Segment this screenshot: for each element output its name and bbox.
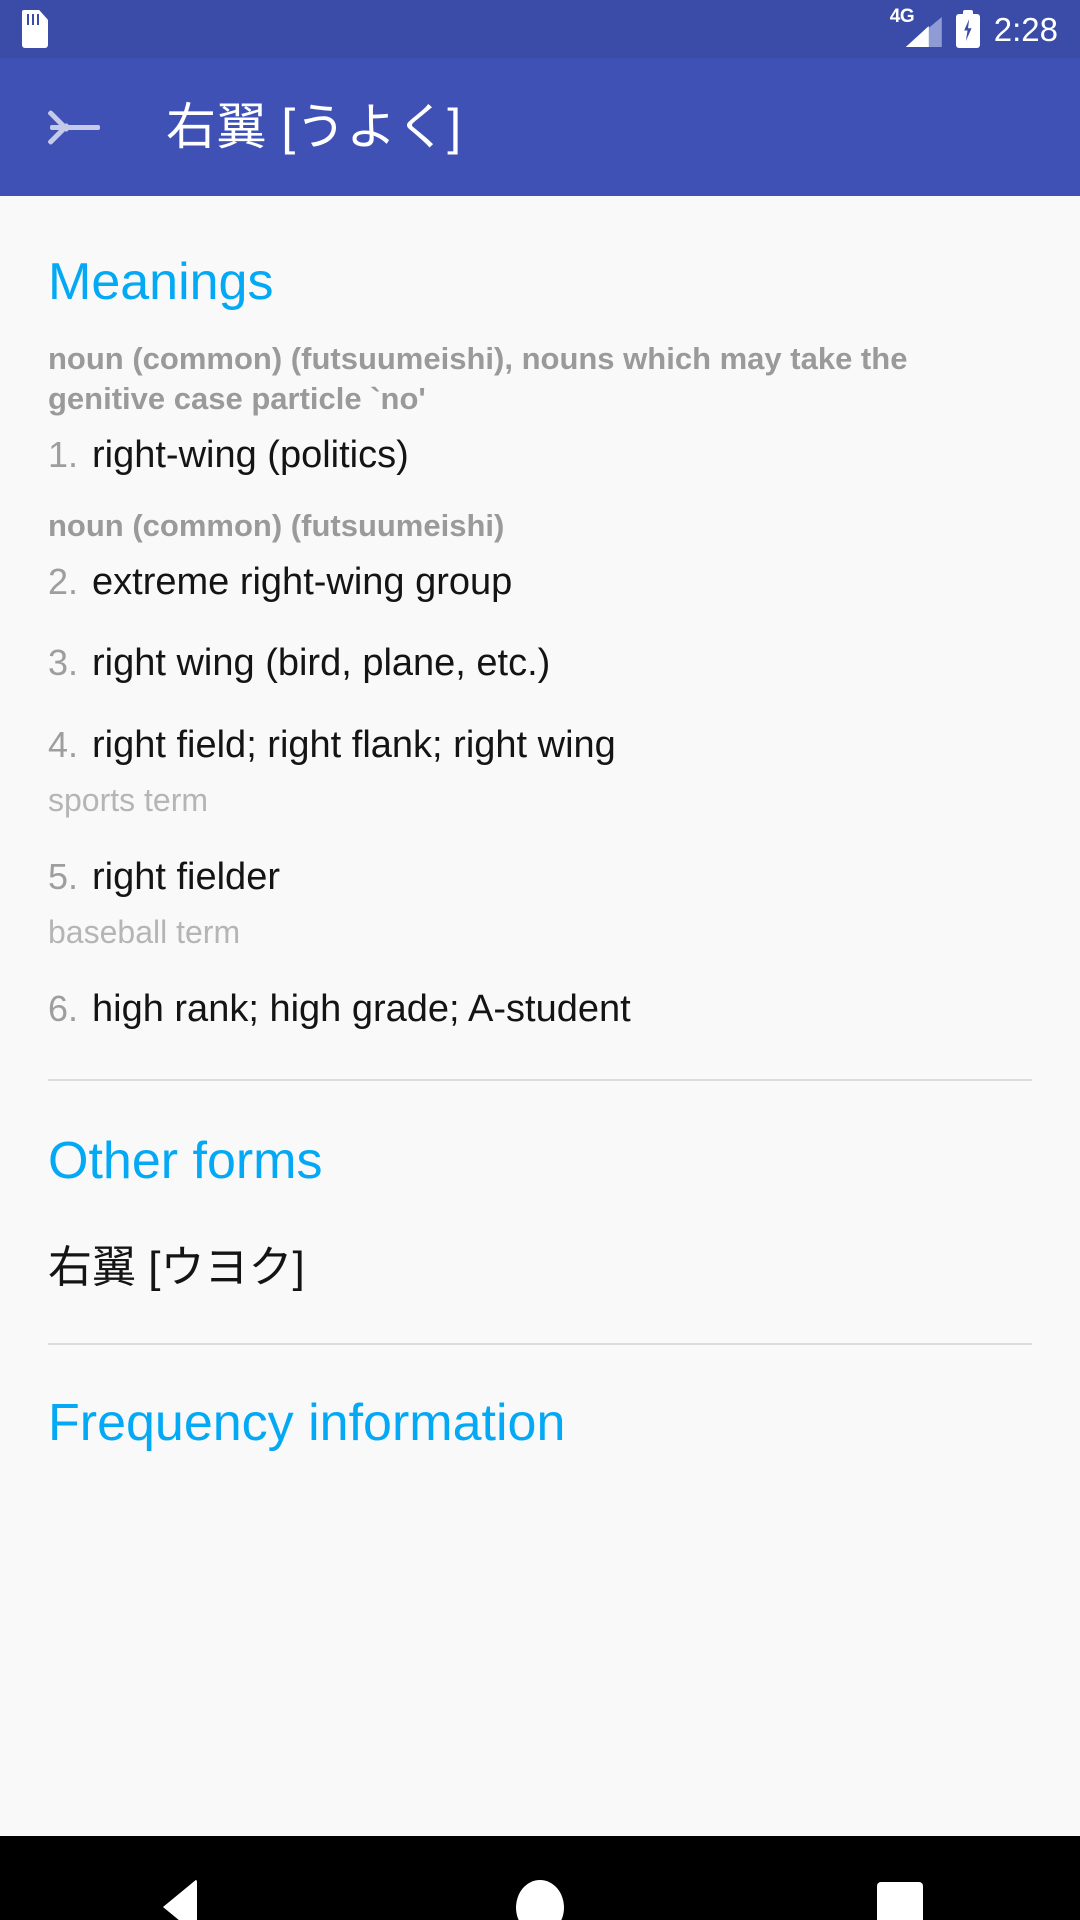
android-navigation-bar [0,1836,1080,1920]
app-bar: 右翼 [うよく] [0,58,1080,196]
sense-gloss: right wing (bird, plane, etc.) [92,642,551,685]
sense-number: 4. [48,723,79,765]
sense-item: 5. right fielder [48,855,1032,901]
sense-item: 3. right wing (bird, plane, etc.) [48,641,1032,687]
nav-home-button[interactable] [450,1836,630,1920]
page-title: 右翼 [うよく] [166,98,462,155]
sense-number: 1. [48,433,79,475]
nav-back-triangle-icon [163,1879,197,1920]
nav-recents-button[interactable] [810,1836,990,1920]
nav-home-circle-icon [516,1879,564,1920]
signal-bars-icon: 4G [889,6,942,49]
sense-number: 3. [48,642,79,684]
status-bar-left [22,10,48,48]
sense-number: 2. [48,560,79,602]
sense-field-tag: sports term [48,781,209,818]
sense-gloss: right fielder [92,855,280,898]
back-arrow-icon[interactable] [44,96,106,158]
sense-number: 6. [48,987,79,1029]
sense-item: 6. high rank; high grade; A-student [48,987,1032,1033]
network-type-label: 4G [889,6,915,27]
other-form-value: 右翼 [ウヨク] [48,1242,305,1292]
sense-gloss: right field; right flank; right wing [92,723,616,766]
sense-item: 4. right field; right flank; right wing [48,723,1032,769]
sense-field-tag: baseball term [48,913,241,950]
other-forms-section-heading: Other forms [48,1131,323,1190]
sd-card-icon [22,10,48,48]
status-bar-clock: 2:28 [993,10,1058,48]
sense-item: 1. right-wing (politics) [48,433,1032,479]
status-bar-right: 4G 2:28 [889,6,1058,49]
sense-gloss: right-wing (politics) [92,433,409,476]
sense-gloss: extreme right-wing group [92,560,513,603]
part-of-speech-label: noun (common) (futsuumeishi), nouns whic… [48,341,908,416]
entry-detail-scroll[interactable]: Meanings noun (common) (futsuumeishi), n… [0,196,1080,1836]
nav-recents-square-icon [877,1882,923,1920]
meanings-section-heading: Meanings [48,253,274,311]
part-of-speech-label: noun (common) (futsuumeishi) [48,508,505,544]
frequency-section-heading: Frequency information [48,1393,566,1452]
sense-number: 5. [48,855,79,897]
sense-gloss: high rank; high grade; A-student [92,987,631,1030]
sense-item: 2. extreme right-wing group [48,560,1032,606]
status-bar: 4G 2:28 [0,0,1080,58]
nav-back-button[interactable] [90,1836,270,1920]
battery-charging-icon [955,10,980,48]
